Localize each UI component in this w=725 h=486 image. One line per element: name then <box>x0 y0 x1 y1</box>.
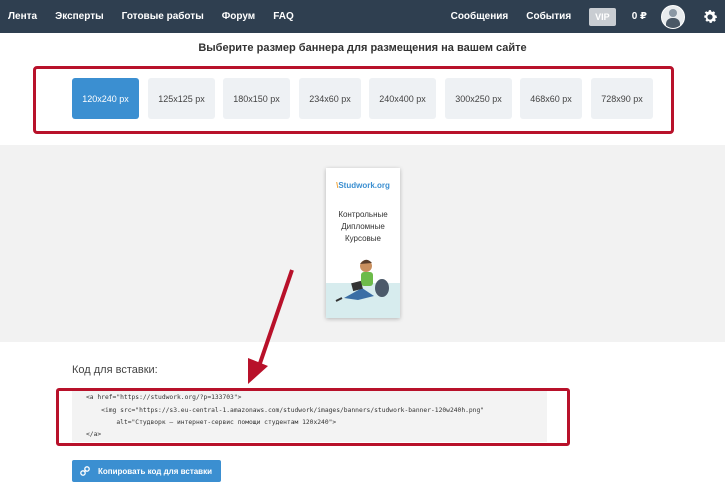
nav-ready-works[interactable]: Готовые работы <box>122 11 204 22</box>
vip-badge[interactable]: VIP <box>589 7 616 26</box>
copy-code-label: Копировать код для вставки <box>98 466 213 476</box>
avatar[interactable] <box>661 4 685 29</box>
top-nav: Лента Эксперты Готовые работы Форум FAQ … <box>0 0 725 33</box>
size-button-468x60[interactable]: 468x60 px <box>520 78 582 119</box>
nav-links: Лента Эксперты Готовые работы Форум FAQ <box>8 0 312 33</box>
banner-logo: \Studwork.org <box>336 181 390 190</box>
copy-code-button[interactable]: Копировать код для вставки <box>72 460 221 482</box>
nav-experts[interactable]: Эксперты <box>55 11 104 22</box>
link-icon <box>80 466 90 476</box>
size-button-234x60[interactable]: 234x60 px <box>299 78 361 119</box>
balance[interactable]: 0 ₽ <box>632 11 647 22</box>
nav-events[interactable]: События <box>526 11 571 22</box>
size-button-300x250[interactable]: 300x250 px <box>445 78 512 119</box>
banner-line-3: Курсовые <box>344 234 381 243</box>
code-highlight-frame <box>56 388 570 446</box>
student-illustration <box>335 259 389 302</box>
size-button-180x150[interactable]: 180x150 px <box>223 78 290 119</box>
banner-preview: \Studwork.org Контрольные Дипломные Курс… <box>326 168 400 318</box>
nav-faq[interactable]: FAQ <box>273 11 294 22</box>
size-button-728x90[interactable]: 728x90 px <box>591 78 653 119</box>
gear-icon[interactable] <box>701 8 719 26</box>
nav-user-area: Сообщения События VIP 0 ₽ <box>433 0 719 33</box>
size-button-125x125[interactable]: 125x125 px <box>148 78 215 119</box>
size-button-120x240[interactable]: 120x240 px <box>72 78 139 119</box>
size-button-240x400[interactable]: 240x400 px <box>369 78 436 119</box>
nav-forum[interactable]: Форум <box>222 11 255 22</box>
code-label: Код для вставки: <box>72 364 158 376</box>
banner-line-1: Контрольные <box>338 210 388 219</box>
nav-messages[interactable]: Сообщения <box>451 11 509 22</box>
page-title: Выберите размер баннера для размещения н… <box>198 42 527 54</box>
nav-feed[interactable]: Лента <box>8 11 37 22</box>
banner-line-2: Дипломные <box>341 222 385 231</box>
